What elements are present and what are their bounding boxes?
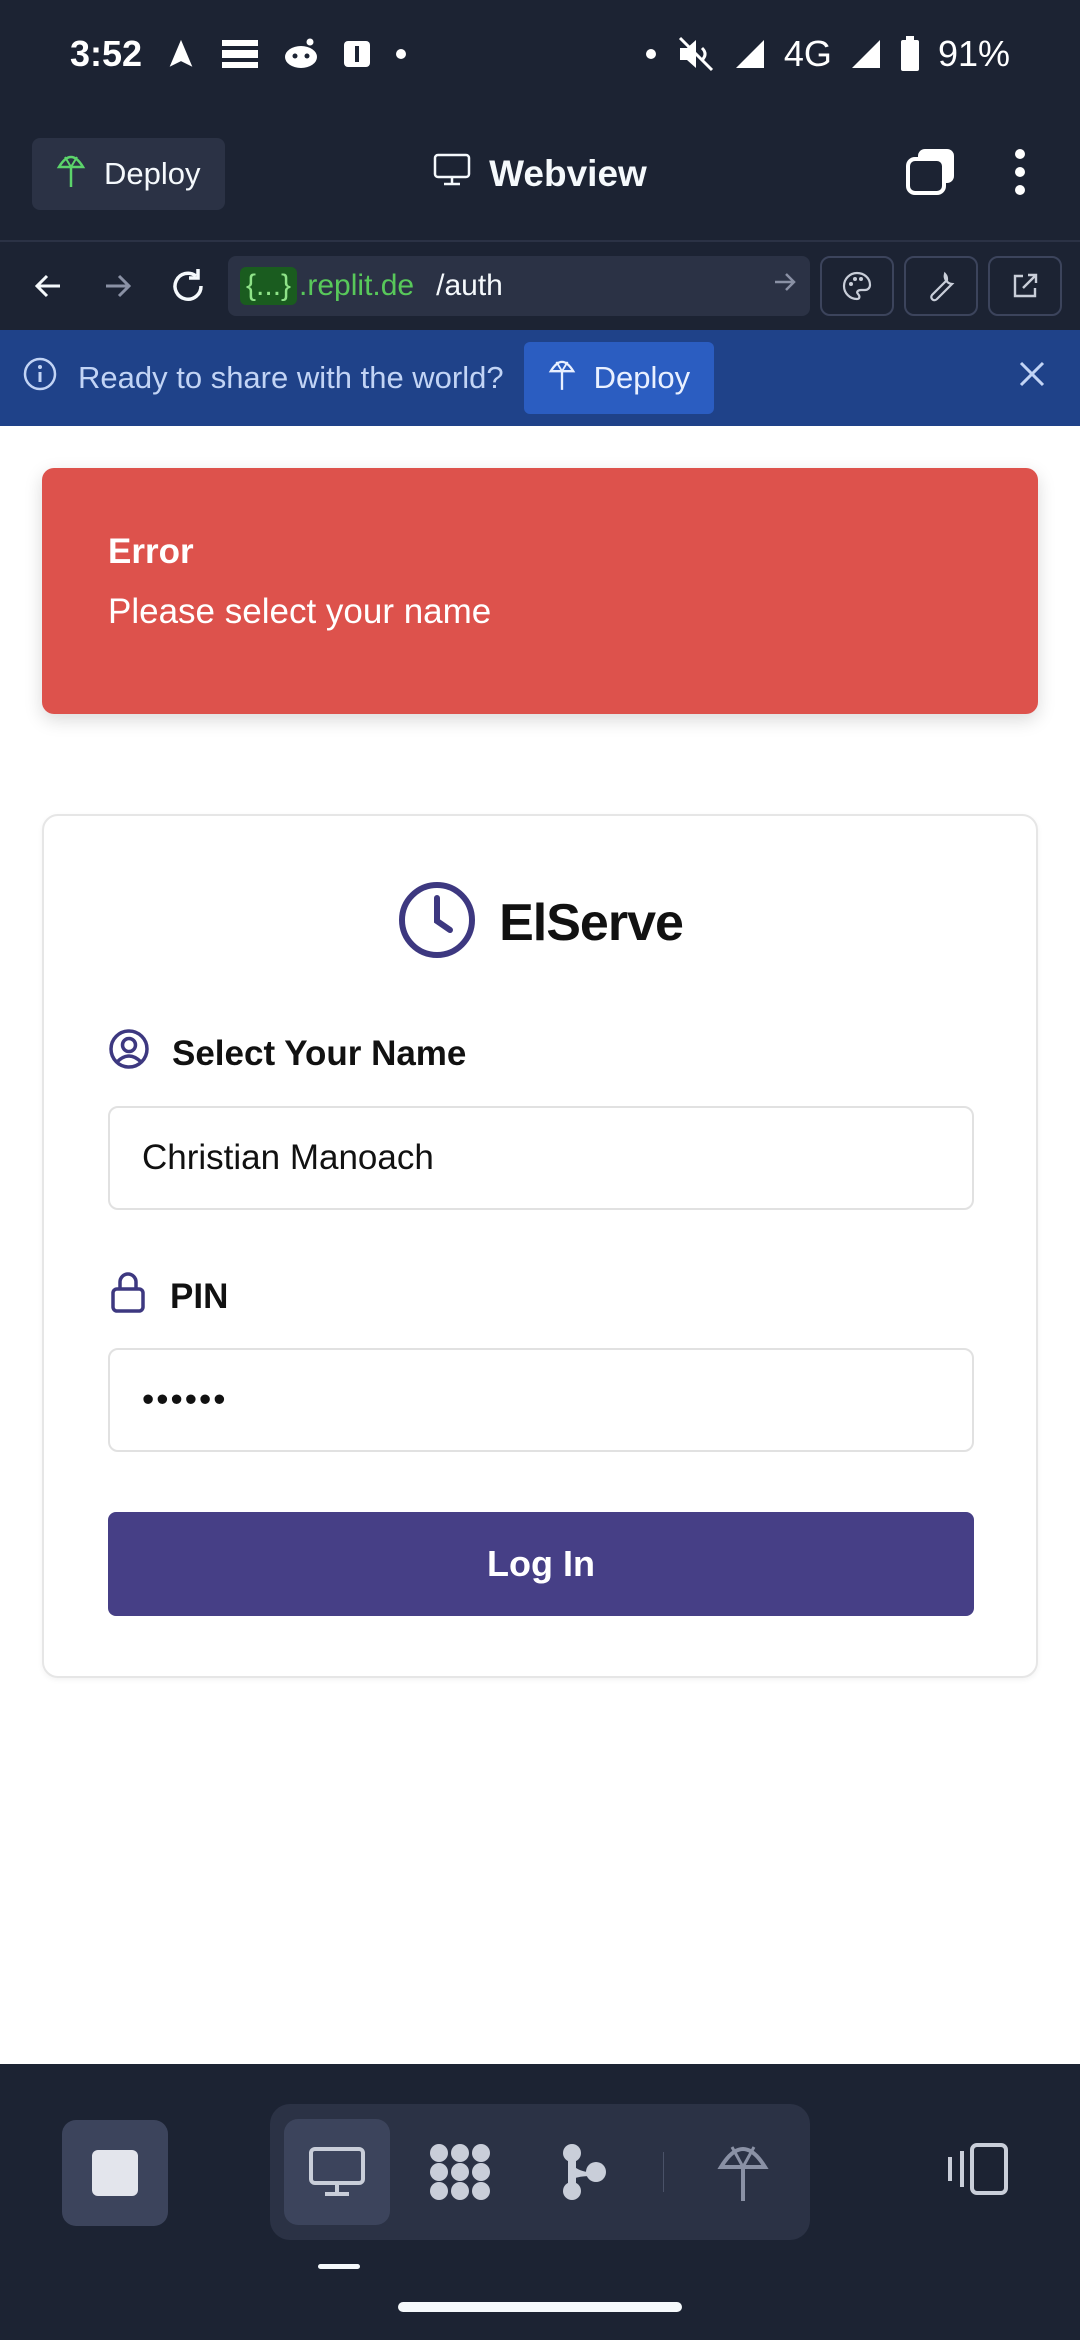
webview-title: Webview [489, 153, 647, 194]
mute-icon [676, 36, 716, 72]
battery-icon [900, 36, 920, 72]
panel-toggle-button[interactable] [932, 2124, 1022, 2214]
arrow-left-icon [34, 274, 60, 298]
deploy-banner: Ready to share with the world? Deploy [0, 330, 1080, 426]
url-toolbar: {...} .replit.de /auth [0, 242, 1080, 330]
pin-field-label: PIN [108, 1270, 228, 1323]
reload-button[interactable] [158, 256, 218, 316]
name-select-value: Christian Manoach [142, 1138, 434, 1177]
app-header: Deploy Webview [0, 108, 1080, 242]
tabs-icon[interactable] [904, 147, 958, 202]
deploy-icon [717, 2146, 769, 2201]
url-path: /auth [436, 269, 503, 302]
more-menu-icon[interactable] [1014, 148, 1026, 201]
dot-icon [394, 47, 408, 61]
go-arrow-icon[interactable] [772, 269, 798, 303]
webview-content: Error Please select your name ElServe Se… [0, 426, 1080, 2064]
dot-icon [644, 47, 658, 61]
palette-icon [842, 271, 872, 301]
tab-apps[interactable] [408, 2119, 514, 2225]
pin-input-value: •••••• [142, 1380, 228, 1419]
lock-icon [108, 1270, 148, 1323]
pin-input[interactable]: •••••• [108, 1348, 974, 1452]
deploy-icon [548, 358, 576, 398]
toast-title: Error [108, 532, 194, 571]
forward-button[interactable] [88, 256, 148, 316]
toast-message: Please select your name [108, 592, 492, 631]
url-domain: {...} .replit.de [240, 267, 414, 305]
info-icon [22, 356, 58, 400]
git-branch-icon [562, 2144, 606, 2200]
name-select[interactable]: Christian Manoach [108, 1106, 974, 1210]
tab-divider [662, 2152, 665, 2192]
city-logo-icon [220, 36, 260, 72]
error-toast[interactable]: Error Please select your name [42, 468, 1038, 714]
deploy-icon [56, 153, 86, 195]
battery-percent: 91% [937, 33, 1010, 74]
stop-button[interactable] [62, 2120, 168, 2226]
banner-message: Ready to share with the world? [78, 360, 504, 395]
network-type: 4G [783, 33, 832, 74]
signal-icon [734, 38, 766, 70]
bottom-toolbar [0, 2064, 1080, 2340]
open-external-button[interactable] [988, 256, 1062, 316]
user-circle-icon [108, 1028, 150, 1079]
home-gesture-bar[interactable] [398, 2302, 682, 2312]
tab-webview[interactable] [284, 2119, 390, 2225]
close-icon[interactable] [1018, 360, 1046, 396]
clock-icon [397, 880, 477, 965]
monitor-icon [433, 153, 471, 196]
wrench-icon [930, 271, 955, 302]
devtools-button[interactable] [904, 256, 978, 316]
name-field-label: Select Your Name [108, 1028, 466, 1079]
deploy-label: Deploy [104, 156, 201, 191]
monitor-icon [308, 2147, 365, 2196]
navigation-arrow-icon [164, 37, 198, 71]
url-input[interactable]: {...} .replit.de /auth [228, 256, 810, 316]
status-time: 3:52 [70, 33, 143, 74]
reddit-icon [282, 37, 320, 71]
tab-deploy[interactable] [690, 2119, 796, 2225]
apps-grid-icon [430, 2144, 491, 2200]
tab-git[interactable] [531, 2119, 637, 2225]
banner-deploy-label: Deploy [593, 360, 691, 395]
active-tab-indicator [318, 2264, 360, 2269]
side-panel-icon [948, 2143, 1008, 2195]
login-card: ElServe Select Your Name Christian Manoa… [42, 814, 1038, 1678]
brand-header: ElServe [44, 880, 1036, 965]
signal-icon [850, 38, 882, 70]
status-bar: 3:52 4G 91% [0, 0, 1080, 108]
reload-icon [173, 269, 203, 301]
external-link-icon [1013, 273, 1038, 298]
back-button[interactable] [18, 256, 78, 316]
tool-tabs [270, 2104, 810, 2240]
brand-name: ElServe [499, 893, 684, 952]
banner-deploy-button[interactable]: Deploy [523, 342, 715, 414]
login-button[interactable]: Log In [108, 1512, 974, 1616]
deploy-button[interactable]: Deploy [32, 138, 225, 210]
stop-icon [92, 2150, 138, 2196]
theme-palette-button[interactable] [820, 256, 894, 316]
notification-app-icon [342, 39, 372, 69]
arrow-right-icon [106, 274, 132, 298]
